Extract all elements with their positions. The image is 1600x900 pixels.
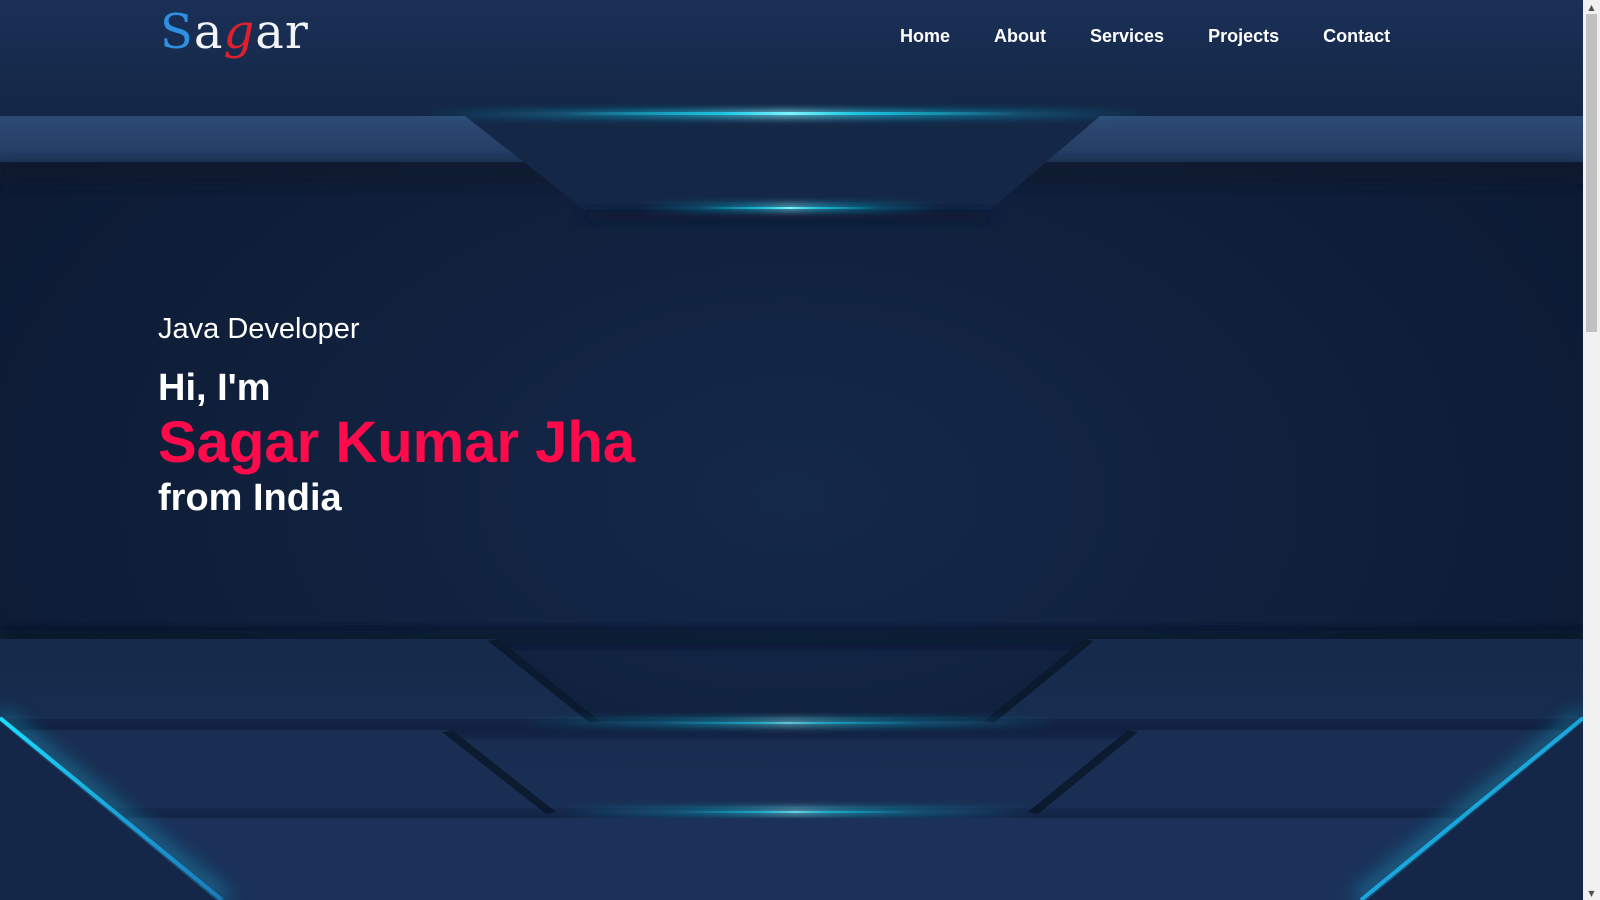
hero-name: Sagar Kumar Jha [158,410,636,475]
hero-subtitle: Java Developer [158,313,360,345]
hero-origin: from India [158,477,342,519]
hero-greeting: Hi, I'm [158,367,271,409]
nav-link-home[interactable]: Home [900,24,950,48]
page-viewport: Sagar Home About Services Projects Conta… [0,0,1583,900]
logo-letter: S [160,4,194,60]
hero-section: Java Developer Hi, I'm Sagar Kumar Jha f… [158,312,635,520]
vertical-scrollbar[interactable]: ▲ ▼ [1583,0,1600,900]
nav-link-projects[interactable]: Projects [1208,24,1279,48]
scroll-down-arrow-icon[interactable]: ▼ [1583,886,1600,900]
logo-letter: r [284,4,309,60]
logo-letter: g [223,4,256,60]
scrollbar-thumb[interactable] [1586,14,1597,332]
nav-menu: Home About Services Projects Contact [900,24,1434,48]
nav-link-services[interactable]: Services [1090,24,1164,48]
nav-link-about[interactable]: About [994,24,1046,48]
logo-letter: a [193,4,224,60]
logo-letter: a [255,4,285,60]
nav-link-contact[interactable]: Contact [1323,24,1390,48]
navbar: Sagar Home About Services Projects Conta… [0,0,1583,72]
scroll-up-arrow-icon[interactable]: ▲ [1583,0,1600,14]
site-logo[interactable]: Sagar [160,2,309,66]
